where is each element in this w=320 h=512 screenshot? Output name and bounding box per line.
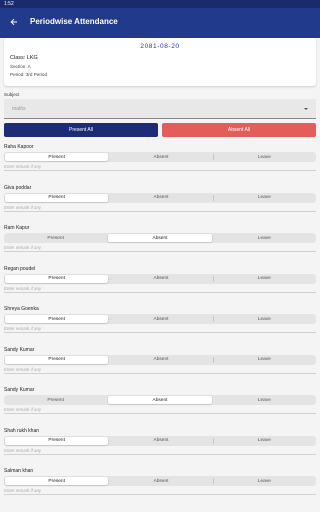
student-row: Shah rukh khan Present Absent Leave Enter re… (0, 426, 320, 467)
option-leave[interactable]: Leave (212, 314, 316, 324)
student-name: Sandy Kumar (4, 387, 35, 393)
absent-all-button[interactable]: Absent All (162, 123, 316, 137)
student-row: Salman khan Present Absent Leave Enter remar… (0, 466, 320, 507)
option-present[interactable]: Present (4, 395, 107, 405)
option-present[interactable]: Present (5, 193, 109, 202)
student-row: Regan poudel Present Absent Leave Enter rema… (0, 264, 320, 305)
subject-label: Subject (4, 92, 20, 97)
student-row: Sandy Kumar Present Absent Leave Enter remar… (0, 345, 320, 386)
option-leave[interactable]: Leave (212, 436, 316, 446)
remark-input[interactable]: Enter remark if any (4, 326, 316, 333)
option-present[interactable]: Present (5, 274, 109, 283)
option-present[interactable]: Present (5, 315, 109, 323)
student-name: Giva poddar (4, 184, 32, 191)
student-name: Sandy Kumar (4, 346, 35, 353)
option-absent[interactable]: Absent (109, 355, 212, 365)
student-row: Raha Kapoor Present Absent Leave Enter remar… (0, 142, 320, 183)
status-time: 1:52 (4, 1, 14, 7)
option-leave[interactable]: Leave (212, 355, 316, 365)
student-name: Shreya Goenka (4, 306, 39, 312)
class-label: Class: LKG (10, 55, 38, 61)
option-absent[interactable]: Absent (108, 396, 212, 404)
option-absent[interactable]: Absent (108, 234, 212, 242)
attendance-date: 2081-08-20 (140, 43, 180, 50)
remark-input[interactable]: Enter remark if any (4, 367, 316, 374)
back-arrow-icon[interactable] (8, 16, 20, 28)
student-name: Raha Kapoor (4, 144, 34, 150)
remark-input[interactable]: Enter remark if any (4, 164, 316, 171)
period-label: Period: 3rd Period (10, 72, 48, 77)
remark-input[interactable]: Enter remark if any (4, 448, 316, 455)
option-absent[interactable]: Absent (109, 314, 212, 324)
bulk-actions: Present All Absent All (4, 123, 316, 137)
present-all-button[interactable]: Present All (4, 123, 158, 137)
student-row: Shreya Goenka Present Absent Leave Enter rem… (0, 304, 320, 345)
student-name: Salman khan (4, 468, 34, 474)
app-bar: Periodwise Attendance (0, 8, 320, 35)
section-label: Section: A (10, 64, 31, 69)
option-present[interactable]: Present (5, 436, 109, 445)
student-name: Ram Kapur (4, 225, 30, 231)
attendance-segmented-control: Present Absent Leave (4, 435, 316, 446)
attendance-segmented-control: Present Absent Leave (4, 476, 316, 486)
option-present[interactable]: Present (5, 153, 109, 161)
option-leave[interactable]: Leave (213, 233, 316, 243)
subject-value: maths (12, 105, 26, 112)
subject-dropdown[interactable]: maths (4, 99, 316, 119)
class-info-card: 2081-08-20 Class: LKG Section: A Period:… (4, 38, 316, 86)
page-title: Periodwise Attendance (30, 17, 118, 26)
remark-input[interactable]: Enter remark if any (4, 407, 316, 414)
attendance-segmented-control: Present Absent Leave (4, 192, 316, 203)
student-row: Giva poddar Present Absent Leave Enter remar… (0, 183, 320, 224)
remark-input[interactable]: Enter remark if any (4, 205, 316, 212)
attendance-segmented-control: Present Absent Leave (4, 354, 316, 365)
option-absent[interactable]: Absent (109, 152, 212, 162)
option-present[interactable]: Present (5, 477, 109, 485)
option-leave[interactable]: Leave (212, 152, 316, 162)
option-leave[interactable]: Leave (212, 193, 316, 203)
student-row: Ram Kapur Present Absent Leave Enter remark … (0, 223, 320, 264)
remark-input[interactable]: Enter remark if any (4, 286, 316, 293)
option-leave[interactable]: Leave (212, 274, 316, 284)
option-present[interactable]: Present (5, 355, 109, 364)
dropdown-arrow-icon (304, 107, 308, 110)
student-row: Sandy Kumar Present Absent Leave Enter remar… (0, 385, 320, 426)
option-absent[interactable]: Absent (109, 436, 212, 446)
option-present[interactable]: Present (4, 233, 107, 243)
attendance-segmented-control: Present Absent Leave (4, 273, 316, 284)
student-name: Regan poudel (4, 265, 36, 272)
option-leave[interactable]: Leave (213, 395, 316, 405)
option-absent[interactable]: Absent (109, 274, 212, 284)
remark-input[interactable]: Enter remark if any (4, 245, 316, 252)
option-leave[interactable]: Leave (212, 476, 316, 486)
attendance-segmented-control: Present Absent Leave (4, 152, 316, 162)
remark-input[interactable]: Enter remark if any (4, 488, 316, 495)
option-absent[interactable]: Absent (109, 476, 212, 486)
status-bar: 1:52 (0, 0, 320, 8)
attendance-segmented-control: Present Absent Leave (4, 233, 316, 243)
student-name: Shah rukh khan (4, 427, 40, 434)
attendance-segmented-control: Present Absent Leave (4, 395, 316, 405)
attendance-segmented-control: Present Absent Leave (4, 314, 316, 324)
option-absent[interactable]: Absent (109, 193, 212, 203)
student-list: Raha Kapoor Present Absent Leave Enter remar… (0, 142, 320, 507)
